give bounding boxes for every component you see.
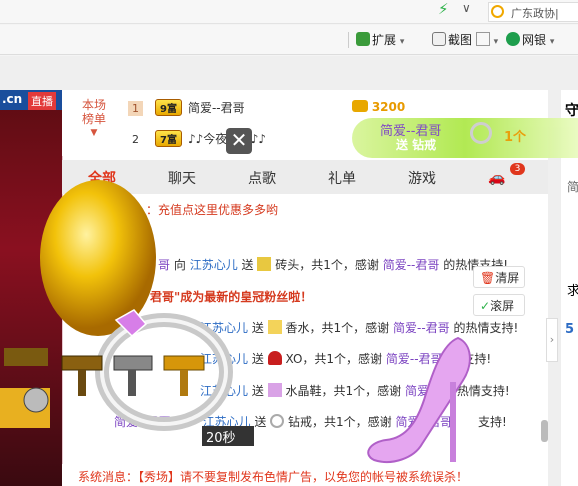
diamond-ring-icon bbox=[270, 414, 285, 428]
coin-score: 3200 bbox=[352, 100, 405, 114]
xo-bottle-icon bbox=[267, 351, 282, 365]
tab-badge: 3 bbox=[510, 163, 525, 175]
chevron-down-icon: ▾ bbox=[549, 37, 555, 47]
netbank-button[interactable]: 网银 ▾ bbox=[506, 31, 554, 48]
shield-icon bbox=[506, 32, 520, 46]
microphone-icon bbox=[0, 348, 50, 428]
diamond-ring-icon bbox=[470, 122, 492, 144]
vip-badge: 7富 bbox=[155, 130, 182, 147]
puzzle-icon bbox=[356, 32, 370, 46]
extensions-button[interactable]: 扩展 ▾ bbox=[356, 31, 404, 48]
scroll-screen-button[interactable]: ✓滚屏 bbox=[473, 294, 525, 316]
tab-chat[interactable]: 聊天 bbox=[168, 168, 196, 188]
chevron-down-icon: ▼ bbox=[90, 128, 98, 138]
tab-song-request[interactable]: 点歌 bbox=[248, 168, 276, 188]
clear-screen-button[interactable]: 🗑清屏 bbox=[473, 266, 525, 288]
chevron-down-icon: ▾ bbox=[399, 37, 405, 47]
live-badge: 直播 bbox=[28, 92, 56, 110]
ranking-row[interactable]: 1 9富 简爱--君哥 bbox=[128, 99, 245, 121]
chat-scrollbar[interactable] bbox=[541, 420, 548, 442]
car-icon[interactable]: 🚗 bbox=[488, 170, 505, 186]
tab-games[interactable]: 游戏 bbox=[408, 168, 436, 188]
gift-notification-bar: 简爱--君哥 送 钻戒 1个 bbox=[352, 118, 578, 158]
screenshot-button[interactable]: 截图 ▾ bbox=[432, 31, 498, 48]
glass-slipper-icon bbox=[267, 383, 282, 397]
perfume-icon bbox=[267, 320, 282, 334]
scissors-icon bbox=[432, 32, 446, 46]
chevron-down-icon: ▾ bbox=[493, 37, 499, 47]
screenshot-options-icon[interactable] bbox=[475, 32, 490, 46]
gift-icon bbox=[257, 257, 272, 271]
gift-countdown: 20秒 bbox=[202, 426, 254, 446]
check-circle-icon: ✓ bbox=[480, 299, 491, 313]
ranking-label[interactable]: 本场 榜单 ▼ bbox=[74, 98, 114, 140]
chevron-down-icon[interactable]: ∨ bbox=[462, 1, 471, 15]
toolbar-divider bbox=[348, 32, 349, 48]
coin-icon bbox=[352, 100, 368, 112]
lightning-icon[interactable]: ⚡ bbox=[438, 0, 449, 18]
close-icon[interactable]: ✕ bbox=[226, 128, 252, 154]
panel-collapse-toggle[interactable]: › bbox=[546, 318, 558, 362]
hammer-icons bbox=[61, 355, 205, 396]
search-engine-icon bbox=[491, 5, 504, 18]
chat-message: 哥 向 江苏心儿 送 砖头，共1个，感谢 简爱--君哥 的热情支持! bbox=[158, 257, 508, 272]
high-heel-icon bbox=[367, 336, 471, 463]
vip-badge: 9富 bbox=[155, 99, 182, 116]
trash-icon: 🗑 bbox=[480, 271, 496, 285]
browser-top-bar: ⚡ ∨ 广东政协| bbox=[0, 0, 578, 24]
browser-toolbar: 扩展 ▾ 截图 ▾ 网银 ▾ bbox=[0, 25, 578, 55]
tab-gift-list[interactable]: 礼单 bbox=[328, 168, 356, 188]
